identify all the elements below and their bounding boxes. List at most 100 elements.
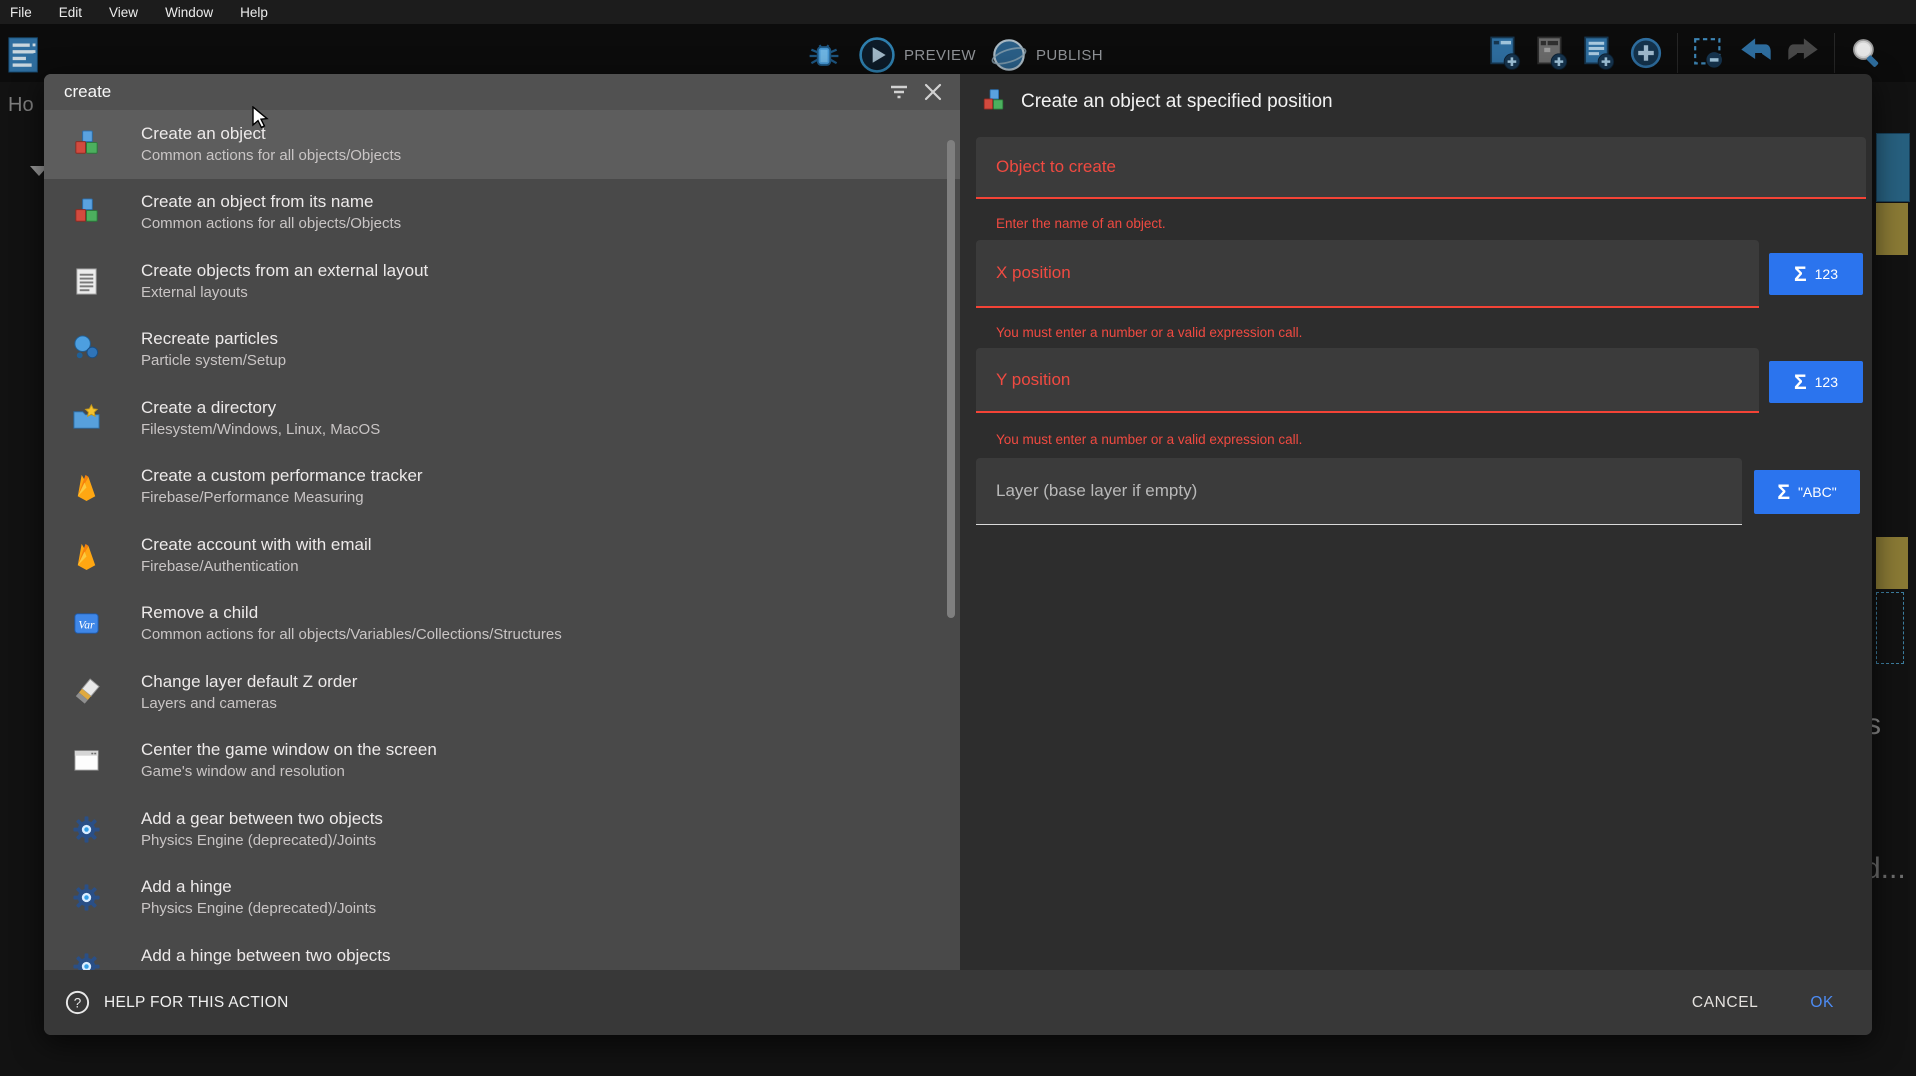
dialog-footer: ? HELP FOR THIS ACTION CANCEL OK — [44, 970, 1872, 1035]
ok-button[interactable]: OK — [1810, 994, 1834, 1012]
var-icon: Var — [71, 608, 102, 639]
expression-editor-button[interactable]: Σ123 — [1769, 361, 1863, 403]
action-list-item[interactable]: Center the game window on the screenGame… — [44, 727, 960, 796]
publish-label: PUBLISH — [1036, 47, 1103, 64]
background-dashed-block — [1876, 592, 1904, 664]
action-list-item[interactable]: Create an objectCommon actions for all o… — [44, 110, 960, 179]
publish-button[interactable]: PUBLISH — [990, 36, 1103, 74]
action-title: Add a gear between two objects — [141, 808, 383, 830]
background-olive-block — [1876, 203, 1908, 255]
firebase-icon — [71, 540, 102, 571]
folder-icon — [71, 403, 102, 434]
action-config-pane: Create an object at specified position O… — [960, 74, 1872, 1035]
expression-editor-button[interactable]: Σ "ABC" — [1754, 470, 1860, 514]
close-icon[interactable] — [920, 79, 946, 105]
action-title: Create objects from an external layout — [141, 260, 428, 282]
preview-label: PREVIEW — [904, 47, 976, 64]
action-list-item[interactable]: Create a directoryFilesystem/Windows, Li… — [44, 384, 960, 453]
action-list-item[interactable]: Create an object from its nameCommon act… — [44, 179, 960, 248]
action-title: Change layer default Z order — [141, 671, 357, 693]
object-to-create-field[interactable]: Object to create — [976, 137, 1866, 199]
toolbar-separator — [1834, 33, 1835, 73]
action-list-item[interactable]: Change layer default Z orderLayers and c… — [44, 658, 960, 727]
action-title: Add a hinge between two objects — [141, 945, 391, 967]
action-group-path: Common actions for all objects/Objects — [141, 213, 401, 234]
sigma-icon: Σ — [1794, 264, 1807, 285]
search-bar: create — [44, 74, 960, 110]
action-group-path: Physics Engine (deprecated)/Joints — [141, 898, 376, 919]
expression-type-label: 123 — [1815, 266, 1838, 282]
action-title: Add a hinge — [141, 876, 376, 898]
action-list-item[interactable]: Recreate particlesParticle system/Setup — [44, 316, 960, 385]
action-group-path: Filesystem/Windows, Linux, MacOS — [141, 419, 380, 440]
sigma-icon: Σ — [1777, 482, 1790, 503]
panel-title: Create an object at specified position — [1021, 91, 1333, 113]
layer-base-layer-if-empty-field[interactable]: Layer (base layer if empty) — [976, 458, 1742, 525]
action-list-item[interactable]: Create a custom performance trackerFireb… — [44, 453, 960, 522]
action-group-path: Common actions for all objects/Objects — [141, 145, 401, 166]
action-list-item[interactable]: Add a hingePhysics Engine (deprecated)/J… — [44, 864, 960, 933]
cancel-button[interactable]: CANCEL — [1692, 994, 1758, 1012]
eraser-icon — [71, 677, 102, 708]
cubes-icon — [71, 197, 102, 228]
field-helper-text: Enter the name of an object. — [996, 216, 1166, 231]
undo-icon[interactable] — [1737, 34, 1775, 72]
action-title: Center the game window on the screen — [141, 739, 437, 761]
action-group-path: Firebase/Performance Measuring — [141, 487, 423, 508]
y-position-field[interactable]: Y position — [976, 348, 1759, 413]
menu-help[interactable]: Help — [240, 5, 268, 20]
field-placeholder: Object to create — [996, 157, 1116, 177]
toolbar-separator — [1677, 33, 1678, 73]
play-icon — [858, 36, 896, 74]
action-list-item[interactable]: Var Remove a childCommon actions for all … — [44, 590, 960, 659]
action-title: Create an object from its name — [141, 191, 401, 213]
gear-icon — [71, 814, 102, 845]
search-icon[interactable] — [1847, 34, 1885, 72]
menu-edit[interactable]: Edit — [59, 5, 82, 20]
action-list-item[interactable]: Add a gear between two objectsPhysics En… — [44, 795, 960, 864]
cubes-icon — [980, 88, 1007, 115]
action-group-path: Common actions for all objects/Variables… — [141, 624, 562, 645]
add-comment-icon[interactable] — [1580, 34, 1618, 72]
action-group-path: Firebase/Authentication — [141, 556, 372, 577]
menu-window[interactable]: Window — [165, 5, 213, 20]
add-event-icon[interactable] — [1486, 34, 1524, 72]
filter-icon[interactable] — [886, 79, 912, 105]
help-label: HELP FOR THIS ACTION — [104, 994, 289, 1012]
svg-text:Var: Var — [78, 619, 95, 632]
expression-editor-button[interactable]: Σ 123 — [1769, 253, 1863, 295]
add-circle-icon[interactable] — [1627, 34, 1665, 72]
select-event-icon[interactable] — [1690, 34, 1728, 72]
action-group-path: External layouts — [141, 282, 428, 303]
field-helper-text: You must enter a number or a valid expre… — [996, 432, 1302, 447]
add-subevent-icon[interactable] — [1533, 34, 1571, 72]
sigma-icon: Σ — [1794, 372, 1807, 393]
action-group-path: Particle system/Setup — [141, 350, 286, 371]
action-list-item[interactable]: Create account with with emailFirebase/A… — [44, 521, 960, 590]
scrollbar-thumb[interactable] — [947, 140, 955, 618]
field-helper-text: You must enter a number or a valid expre… — [996, 325, 1302, 340]
redo-icon[interactable] — [1784, 34, 1822, 72]
help-circle-icon: ? — [64, 989, 91, 1016]
search-input[interactable]: create — [64, 82, 878, 102]
firebase-icon — [71, 471, 102, 502]
field-placeholder: Layer (base layer if empty) — [996, 481, 1197, 501]
action-group-path: Physics Engine (deprecated)/Joints — [141, 830, 383, 851]
menu-bar: File Edit View Window Help — [0, 0, 1916, 24]
help-button[interactable]: ? HELP FOR THIS ACTION — [64, 989, 289, 1016]
action-list-item[interactable]: Create objects from an external layoutEx… — [44, 247, 960, 316]
action-title: Remove a child — [141, 602, 562, 624]
expression-type-label: "ABC" — [1798, 484, 1837, 500]
preview-button[interactable]: PREVIEW — [858, 36, 976, 74]
x-position-field[interactable]: X position — [976, 240, 1759, 308]
action-title: Create an object — [141, 123, 401, 145]
action-title: Recreate particles — [141, 328, 286, 350]
home-tab-label[interactable]: Ho — [8, 94, 34, 117]
background-teal-block — [1876, 133, 1910, 202]
project-manager-button[interactable] — [6, 34, 44, 76]
menu-view[interactable]: View — [109, 5, 138, 20]
svg-text:?: ? — [74, 995, 82, 1010]
debug-button[interactable] — [806, 38, 842, 74]
globe-icon — [990, 36, 1028, 74]
menu-file[interactable]: File — [10, 5, 32, 20]
